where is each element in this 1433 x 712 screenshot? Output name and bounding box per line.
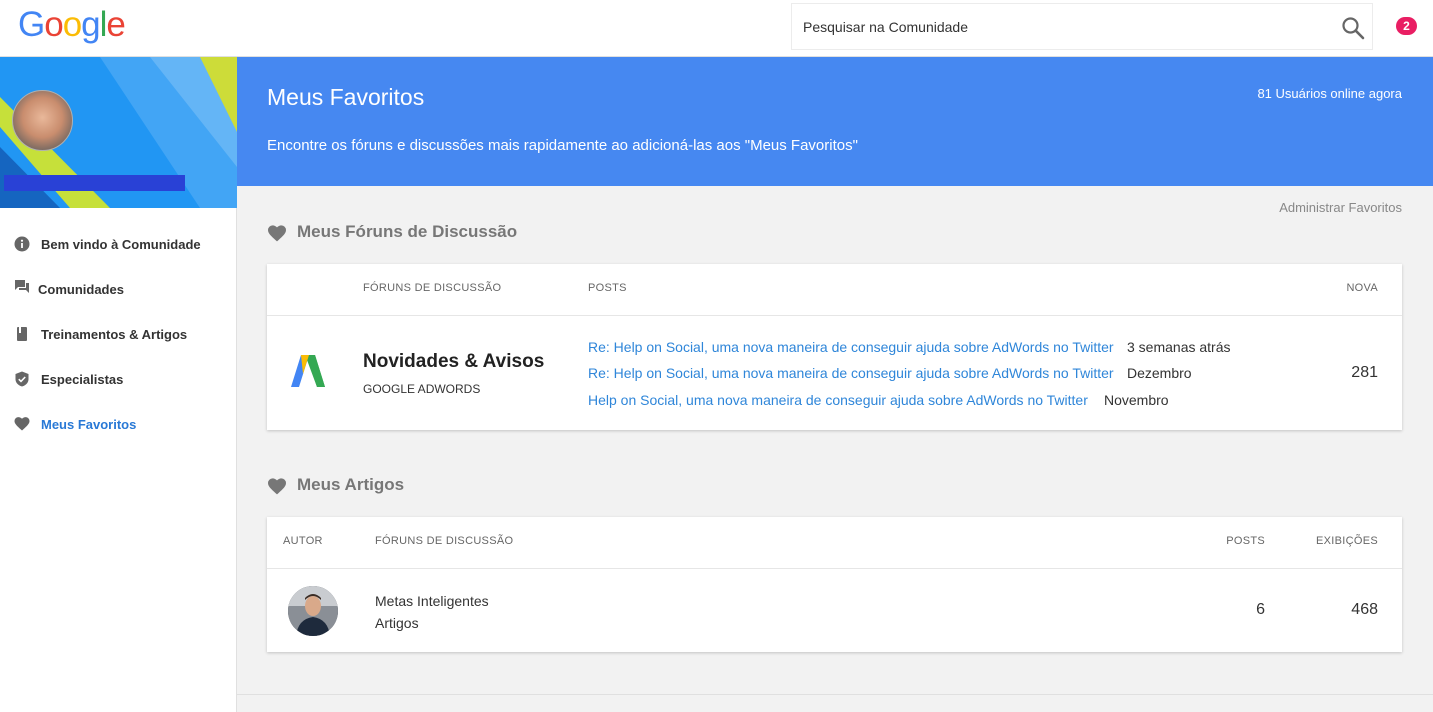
sidebar-item-label: Especialistas xyxy=(41,372,124,387)
sidebar-item-label: Meus Favoritos xyxy=(41,417,137,432)
author-avatar[interactable] xyxy=(288,586,338,636)
section-title-text: Meus Artigos xyxy=(297,475,405,494)
online-users-count: 81 Usuários online agora xyxy=(1257,86,1402,101)
google-logo[interactable]: Google xyxy=(18,5,126,45)
chat-icon xyxy=(15,280,29,293)
post-date: Dezembro xyxy=(1127,365,1192,381)
sidebar-item-label: Comunidades xyxy=(38,282,124,297)
article-title-link[interactable]: Metas Inteligentes xyxy=(375,593,489,609)
page-title: Meus Favoritos xyxy=(267,84,425,110)
forums-table-header: Fóruns de Discussão Posts Nova xyxy=(267,264,1402,316)
post-link[interactable]: Re: Help on Social, uma nova maneira de … xyxy=(588,339,1114,355)
column-header-posts: Posts xyxy=(1226,535,1265,547)
column-header-forum: Fóruns de Discussão xyxy=(375,535,514,547)
logo-letter: e xyxy=(106,5,125,44)
heart-icon xyxy=(268,478,286,495)
section-title-text: Meus Fóruns de Discussão xyxy=(297,222,518,241)
sidebar-item-welcome[interactable]: Bem vindo à Comunidade xyxy=(0,230,237,260)
logo-letter: g xyxy=(81,5,100,44)
shield-icon xyxy=(15,371,29,387)
info-icon xyxy=(14,236,30,252)
search-input[interactable] xyxy=(792,4,1322,49)
profile-avatar[interactable] xyxy=(12,90,73,151)
column-header-new: Nova xyxy=(1346,282,1378,294)
page-description: Encontre os fóruns e discussões mais rap… xyxy=(267,137,858,154)
sidebar: Bem vindo à Comunidade Comunidades Trein… xyxy=(0,57,237,712)
top-bar: Google 2 xyxy=(0,0,1433,57)
post-date: 3 semanas atrás xyxy=(1127,339,1231,355)
forum-category: GOOGLE ADWORDS xyxy=(363,382,481,396)
footer-divider xyxy=(237,694,1433,695)
profile-name-redacted xyxy=(4,175,185,191)
forum-name-link[interactable]: Novidades & Avisos xyxy=(363,351,544,373)
post-date: Novembro xyxy=(1104,392,1169,408)
sidebar-item-experts[interactable]: Especialistas xyxy=(0,365,237,395)
logo-letter: l xyxy=(99,5,108,44)
article-posts-count: 6 xyxy=(1256,601,1265,618)
forums-card: Fóruns de Discussão Posts Nova Novidades… xyxy=(267,264,1402,430)
articles-card: Autor Fóruns de Discussão Posts Exibiçõe… xyxy=(267,517,1402,652)
book-icon xyxy=(17,327,27,341)
page-header-band: Meus Favoritos Encontre os fóruns e disc… xyxy=(237,57,1433,186)
search-icon[interactable] xyxy=(1341,16,1365,40)
search-box xyxy=(791,3,1373,50)
articles-table-header: Autor Fóruns de Discussão Posts Exibiçõe… xyxy=(267,517,1402,569)
adwords-logo-icon xyxy=(291,355,325,387)
logo-letter: G xyxy=(18,5,45,44)
manage-favorites-link[interactable]: Administrar Favoritos xyxy=(1279,200,1402,215)
notification-badge[interactable]: 2 xyxy=(1396,17,1417,35)
new-posts-count: 281 xyxy=(1351,364,1378,381)
logo-letter: o xyxy=(44,5,63,44)
post-link[interactable]: Help on Social, uma nova maneira de cons… xyxy=(588,392,1088,408)
author-photo xyxy=(288,586,338,636)
column-header-posts: Posts xyxy=(588,282,627,294)
profile-banner xyxy=(0,57,237,208)
sidebar-item-label: Bem vindo à Comunidade xyxy=(41,237,201,252)
sidebar-item-training[interactable]: Treinamentos & Artigos xyxy=(0,320,237,350)
heart-icon xyxy=(14,417,30,431)
sidebar-item-favorites[interactable]: Meus Favoritos xyxy=(0,410,237,440)
heart-icon xyxy=(268,225,286,242)
post-link[interactable]: Re: Help on Social, uma nova maneira de … xyxy=(588,365,1114,381)
article-views-count: 468 xyxy=(1351,601,1378,618)
column-header-author: Autor xyxy=(283,535,323,547)
sidebar-item-communities[interactable]: Comunidades xyxy=(0,275,237,305)
column-header-forum: Fóruns de Discussão xyxy=(363,282,502,294)
article-category: Artigos xyxy=(375,615,419,631)
logo-letter: o xyxy=(62,5,82,44)
column-header-views: Exibições xyxy=(1316,535,1378,547)
sidebar-item-label: Treinamentos & Artigos xyxy=(41,327,188,342)
